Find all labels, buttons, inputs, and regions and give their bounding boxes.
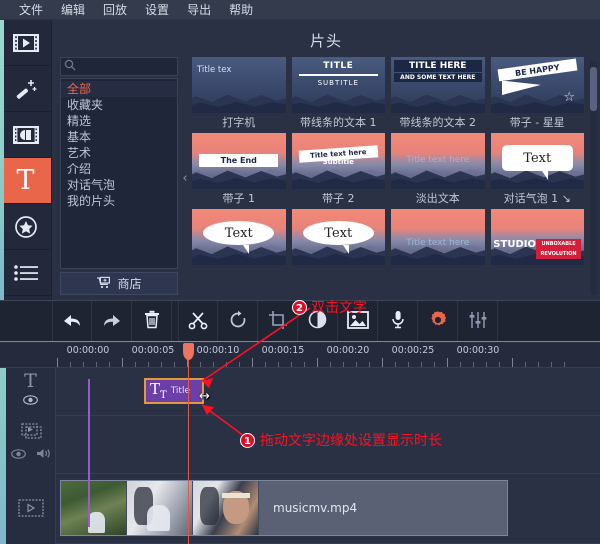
annotation-lines <box>201 307 311 437</box>
